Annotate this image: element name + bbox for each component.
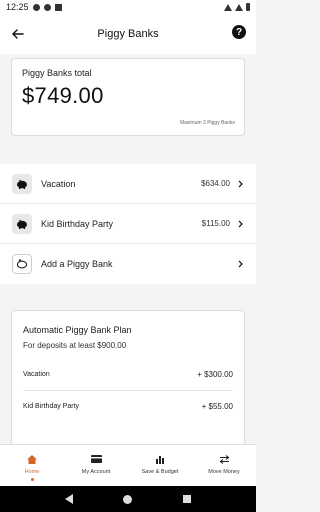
card-icon xyxy=(90,454,102,464)
help-circle-icon: ? xyxy=(235,26,243,38)
page-title: Piggy Banks xyxy=(97,28,159,40)
settings-icon xyxy=(43,3,51,11)
piggy-bank-outline-icon xyxy=(12,254,32,274)
transfer-icon xyxy=(219,454,230,464)
plan-row-amount: + $300.00 xyxy=(197,370,233,379)
status-bar: 12:25 xyxy=(0,0,256,14)
piggy-banks-list: Vacation $634.00 Kid Birthday Party $115… xyxy=(0,164,256,284)
back-button[interactable] xyxy=(8,24,28,44)
system-navigation-bar xyxy=(0,486,256,512)
nav-label: Move Money xyxy=(208,469,240,475)
active-indicator xyxy=(30,478,34,481)
bank-name: Kid Birthday Party xyxy=(41,218,114,229)
chevron-right-icon xyxy=(236,260,244,268)
automatic-plan-card: Automatic Piggy Bank Plan For deposits a… xyxy=(11,310,245,444)
plan-row-name: Vacation xyxy=(23,371,50,378)
total-card: Piggy Banks total $749.00 Maximum 3 Pigg… xyxy=(11,58,245,136)
nav-label: My Account xyxy=(81,469,111,475)
bank-row-vacation[interactable]: Vacation $634.00 xyxy=(0,164,256,204)
plan-title: Automatic Piggy Bank Plan xyxy=(23,325,132,335)
nav-save-budget[interactable]: Save & Budget xyxy=(128,445,192,486)
chevron-right-icon xyxy=(236,220,244,228)
system-home-icon[interactable] xyxy=(123,494,133,504)
plan-row: Kid Birthday Party + $55.00 xyxy=(23,391,233,419)
battery-icon xyxy=(246,3,250,11)
nav-move-money[interactable]: Move Money xyxy=(192,445,256,486)
cloud-icon xyxy=(32,3,40,11)
piggy-bank-icon xyxy=(12,173,32,194)
bank-amount: $115.00 xyxy=(201,219,230,228)
bank-amount: $634.00 xyxy=(201,179,230,188)
system-recents-icon[interactable] xyxy=(182,495,191,503)
main-content: Piggy Banks total $749.00 Maximum 3 Pigg… xyxy=(0,54,256,444)
nav-label: Save & Budget xyxy=(141,469,179,475)
bar-chart-icon xyxy=(155,454,165,464)
add-bank-label: Add a Piggy Bank xyxy=(41,259,113,269)
app-bar: Piggy Banks ? xyxy=(0,14,256,54)
total-amount: $749.00 xyxy=(22,83,104,108)
bottom-nav: Home My Account Save & Budget Move Money xyxy=(0,444,256,486)
add-piggy-bank-row[interactable]: Add a Piggy Bank xyxy=(0,244,256,284)
nav-my-account[interactable]: My Account xyxy=(64,445,128,486)
chevron-right-icon xyxy=(236,180,244,188)
system-back-icon[interactable] xyxy=(65,494,74,504)
total-label: Piggy Banks total xyxy=(22,68,92,78)
help-button[interactable]: ? xyxy=(232,25,246,39)
shield-icon xyxy=(54,3,62,11)
status-time: 12:25 xyxy=(6,2,29,12)
nav-label: Home xyxy=(24,469,40,475)
plan-row-amount: + $55.00 xyxy=(201,402,233,411)
nav-home[interactable]: Home xyxy=(0,445,64,486)
wifi-icon xyxy=(224,3,232,11)
plan-row: Vacation + $300.00 xyxy=(23,362,233,391)
piggy-bank-icon xyxy=(12,213,32,234)
bank-row-kid-birthday-party[interactable]: Kid Birthday Party $115.00 xyxy=(0,204,256,244)
plan-subtitle: For deposits at least $900.00 xyxy=(23,341,127,350)
max-banks-note: Maximum 3 Piggy Banks xyxy=(179,120,235,126)
plan-row-name: Kid Birthday Party xyxy=(23,403,80,410)
signal-icon xyxy=(235,3,243,11)
arrow-left-icon xyxy=(12,29,24,39)
home-icon xyxy=(27,454,37,464)
bank-name: Vacation xyxy=(41,178,76,189)
